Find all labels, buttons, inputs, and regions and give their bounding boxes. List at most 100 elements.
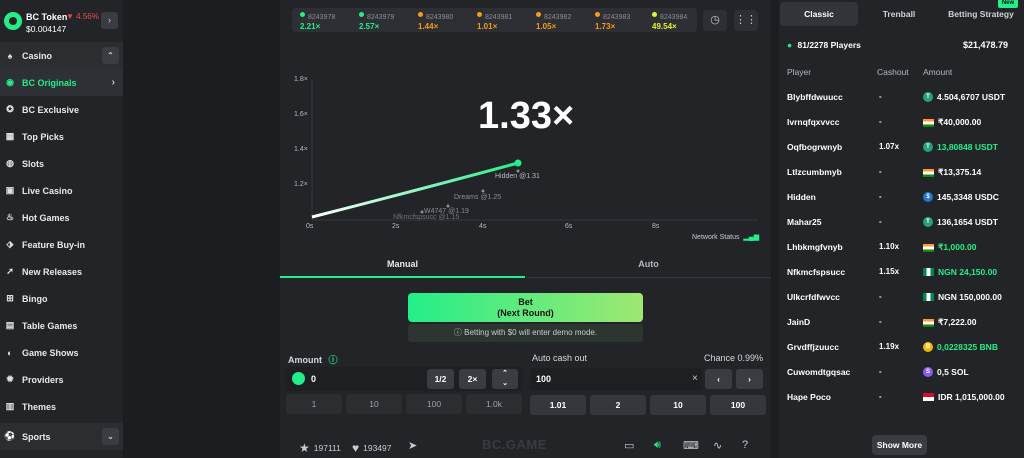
player-name[interactable]: Ltlzcumbmyb (787, 167, 842, 177)
auto-cashout-input[interactable]: 100 × (530, 368, 702, 390)
amount-stepper[interactable]: ⌃ ⌄ (492, 369, 518, 389)
sidebar-item-bc-originals[interactable]: ◉ BC Originals › (0, 69, 123, 96)
history-clock-button[interactable]: ◷ (703, 10, 727, 31)
sidebar-item-label: Game Shows (22, 347, 79, 358)
sidebar-item-themes[interactable]: ▥ Themes (0, 393, 123, 420)
chevron-right-icon: › (111, 77, 115, 88)
player-amount: S 0,5 SOL (923, 367, 969, 377)
grid-menu-button[interactable]: ⋮⋮ (734, 10, 758, 31)
sidebar-item-casino[interactable]: ♠ Casino ⌃ (0, 42, 123, 69)
sidebar-item-bingo[interactable]: ⊞ Bingo (0, 285, 123, 312)
token-change: ▼ 4.56% (66, 12, 99, 21)
theatre-mode-icon[interactable]: ▭ (624, 439, 634, 452)
amount-quick-1k[interactable]: 1.0k (466, 394, 522, 414)
sidebar-item-providers[interactable]: ✹ Providers (0, 366, 123, 393)
player-amount: ₹13,375.14 (923, 167, 981, 178)
chevron-down-icon[interactable]: ⌄ (102, 428, 119, 445)
table-row: Ivrnqfqxvvcc - ₹40,000.00 (779, 111, 1024, 135)
round-multiplier: 49.54× (652, 22, 677, 31)
table-row: Mahar25 - T 136,1654 USDT (779, 211, 1024, 235)
tab-manual[interactable]: Manual (280, 252, 525, 278)
cashout-quick-1-01[interactable]: 1.01 (530, 395, 586, 415)
token-widget[interactable]: BC Token ▼ 4.56% $0.004147 › (0, 8, 123, 36)
share-telegram-icon[interactable]: ➤ (408, 439, 417, 452)
player-amount: T 13,80848 USDT (923, 142, 998, 152)
player-name[interactable]: Nfkmcfspsucc (787, 267, 845, 277)
player-cashout: - (879, 167, 882, 176)
player-name[interactable]: Grvdffjzuucc (787, 342, 839, 352)
hotkeys-icon[interactable]: ⌨ (683, 439, 699, 452)
player-name[interactable]: JainD (787, 317, 810, 327)
history-item[interactable]: 8243984 49.54× (652, 11, 687, 31)
sidebar-item-hot-games[interactable]: ♨ Hot Games (0, 204, 123, 231)
likes-count[interactable]: ♥ 193497 (352, 441, 392, 455)
player-cashout: 1.15x (879, 267, 900, 276)
player-name[interactable]: Lhbkmgfvnyb (787, 242, 843, 252)
half-button[interactable]: 1/2 (427, 369, 454, 389)
sidebar-item-label: Live Casino (22, 185, 73, 196)
sidebar-item-label: Top Picks (22, 131, 64, 142)
sidebar-item-label: Casino (22, 50, 53, 61)
history-item[interactable]: 8243982 1.05× (536, 11, 571, 31)
history-item[interactable]: 8243980 1.44× (418, 11, 453, 31)
tab-auto[interactable]: Auto (526, 252, 771, 278)
token-expand-button[interactable]: › (101, 12, 118, 29)
player-name[interactable]: Blybffdwuucc (787, 92, 843, 102)
star-icon: ★ (299, 441, 310, 455)
history-dot (418, 12, 423, 17)
table-row: Ulkcrfdfwvcc - NGN 150,000.00 (779, 286, 1024, 310)
sidebar-item-game-shows[interactable]: ◐ Game Shows (0, 339, 123, 366)
table-row: Grvdffjzuucc 1.19x B 0,0228325 BNB (779, 336, 1024, 360)
player-name[interactable]: Cuwomdtgqsac (787, 367, 850, 377)
table-row: Blybffdwuucc - T 4.504,6707 USDT (779, 86, 1024, 110)
cashout-quick-100[interactable]: 100 (710, 395, 766, 415)
tab-trenball[interactable]: Trenball (863, 2, 935, 26)
player-cashout: - (879, 292, 882, 301)
history-item[interactable]: 8243981 1.01× (477, 11, 512, 31)
amount-quick-100[interactable]: 100 (406, 394, 462, 414)
chevron-left-icon: ‹ (717, 374, 720, 384)
player-name[interactable]: Ulkcrfdfwvcc (787, 292, 840, 302)
table-row: Hape Poco - IDR 1,015,000.00 (779, 386, 1024, 410)
grid-icon: ⋮⋮ (735, 14, 757, 26)
player-amount-text: ₹7,222.00 (938, 317, 977, 327)
sidebar-item-top-picks[interactable]: ▦ Top Picks (0, 123, 123, 150)
amount-quick-10[interactable]: 10 (346, 394, 402, 414)
amount-quick-1[interactable]: 1 (286, 394, 342, 414)
tab-classic[interactable]: Classic (780, 2, 858, 26)
sound-icon[interactable]: 🔊︎ (654, 439, 661, 452)
sidebar-item-new-releases[interactable]: ➚ New Releases (0, 258, 123, 285)
cashout-quick-2[interactable]: 2 (590, 395, 646, 415)
cashout-quick-10[interactable]: 10 (650, 395, 706, 415)
help-icon[interactable]: ? (742, 439, 748, 451)
history-item[interactable]: 8243979 2.57× (359, 11, 394, 31)
feature-buy-icon: ⬗ (6, 239, 14, 249)
player-name[interactable]: Hape Poco (787, 392, 831, 402)
sidebar-item-sports[interactable]: ⚽ Sports ⌄ (0, 423, 123, 450)
player-amount: NGN 150,000.00 (923, 292, 1002, 302)
player-name[interactable]: Ivrnqfqxvvcc (787, 117, 839, 127)
cashout-increase-button[interactable]: › (736, 369, 763, 389)
cashout-decrease-button[interactable]: ‹ (705, 369, 732, 389)
history-item[interactable]: 8243983 1.73× (595, 11, 630, 31)
clear-icon[interactable]: × (692, 373, 698, 384)
sidebar-item-table-games[interactable]: ▤ Table Games (0, 312, 123, 339)
show-more-button[interactable]: Show More (872, 435, 927, 455)
amount-input[interactable]: 0 (286, 367, 522, 391)
slots-icon: ◍ (6, 158, 14, 168)
sidebar-item-live-casino[interactable]: ▣ Live Casino (0, 177, 123, 204)
history-dot (300, 12, 305, 17)
sidebar-item-bc-exclusive[interactable]: ✪ BC Exclusive (0, 96, 123, 123)
player-name[interactable]: Oqfbogrwnyb (787, 142, 842, 152)
sidebar-item-slots[interactable]: ◍ Slots (0, 150, 123, 177)
player-name[interactable]: Mahar25 (787, 217, 822, 227)
chevron-up-icon[interactable]: ⌃ (102, 47, 119, 64)
player-name[interactable]: Hidden (787, 192, 816, 202)
bet-button[interactable]: Bet (Next Round) (408, 293, 643, 322)
favorites-count[interactable]: ★ 197111 (299, 441, 341, 455)
sidebar-item-feature-buy-in[interactable]: ⬗ Feature Buy-in (0, 231, 123, 258)
double-button[interactable]: 2× (459, 369, 486, 389)
history-dot (652, 12, 657, 17)
history-item[interactable]: 8243978 2.21× (300, 11, 335, 31)
stats-icon[interactable]: ∿ (713, 439, 722, 452)
